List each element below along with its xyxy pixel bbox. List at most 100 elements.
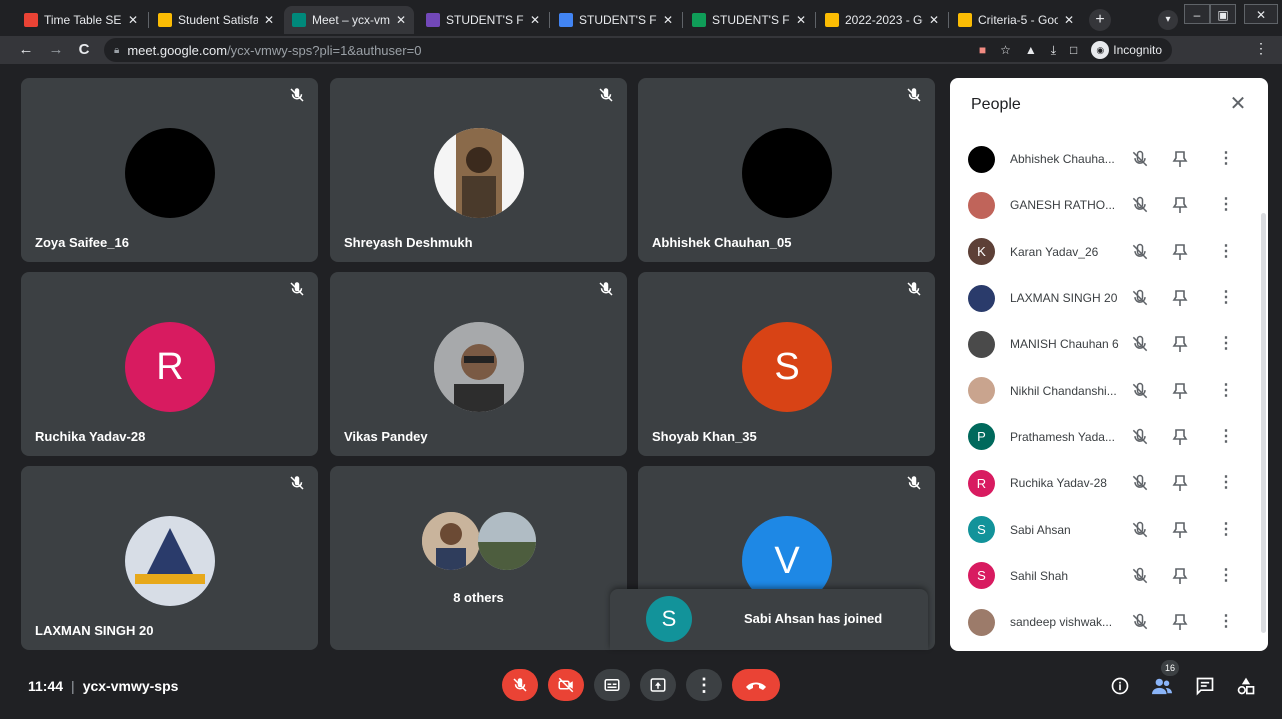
camera-toggle-button[interactable]	[548, 669, 584, 701]
maximize-button[interactable]: ▣	[1210, 4, 1236, 24]
participant-row[interactable]: GANESH RATHO... ⋮	[950, 182, 1268, 228]
pin-icon[interactable]	[1172, 428, 1188, 446]
participant-row[interactable]: K Karan Yadav_26 ⋮	[950, 229, 1268, 275]
browser-tab-active[interactable]: Meet – ycx-vmw ✕	[284, 6, 414, 34]
participant-tile[interactable]: LAXMAN SINGH 20	[21, 466, 318, 650]
more-vert-icon[interactable]: ⋮	[1218, 474, 1234, 492]
leave-call-button[interactable]	[732, 669, 780, 701]
new-tab-button[interactable]: +	[1089, 9, 1111, 31]
participant-row[interactable]: S Sabi Ahsan ⋮	[950, 506, 1268, 552]
more-vert-icon[interactable]: ⋮	[1218, 521, 1234, 539]
participant-tile[interactable]: R Ruchika Yadav-28	[21, 272, 318, 456]
mic-off-icon[interactable]	[1130, 381, 1150, 401]
captions-button[interactable]	[594, 669, 630, 701]
participant-tile[interactable]: Shreyash Deshmukh	[330, 78, 627, 262]
camera-blocked-icon[interactable]: ■	[979, 43, 986, 57]
present-screen-button[interactable]	[640, 669, 676, 701]
browser-tab[interactable]: Criteria-5 - Goo ✕	[950, 6, 1082, 34]
browser-tab[interactable]: STUDENT'S FEEI ✕	[684, 6, 814, 34]
pin-icon[interactable]	[1172, 150, 1188, 168]
participant-avatar: R	[125, 322, 215, 412]
mic-off-icon[interactable]	[1130, 427, 1150, 447]
forward-arrow-icon[interactable]: →	[46, 40, 66, 60]
meeting-details-button[interactable]	[1108, 674, 1132, 698]
panel-scrollbar[interactable]	[1261, 213, 1266, 633]
more-vert-icon[interactable]: ⋮	[1218, 428, 1234, 446]
close-icon[interactable]: ✕	[128, 13, 138, 27]
participant-row[interactable]: Abhishek Chauha... ⋮	[950, 136, 1268, 182]
more-vert-icon[interactable]: ⋮	[1218, 567, 1234, 585]
mic-off-icon[interactable]	[1130, 612, 1150, 632]
mic-toggle-button[interactable]	[502, 669, 538, 701]
incognito-indicator[interactable]: ◉ Incognito	[1091, 41, 1162, 59]
people-button[interactable]	[1150, 674, 1174, 698]
mic-off-icon[interactable]	[1130, 566, 1150, 586]
lock-icon[interactable]: 🔒︎	[114, 45, 119, 56]
window-close-button[interactable]: ✕	[1244, 4, 1278, 24]
mic-off-icon[interactable]	[1130, 195, 1150, 215]
participant-tile[interactable]: S Shoyab Khan_35	[638, 272, 935, 456]
mic-off-icon[interactable]	[1130, 149, 1150, 169]
chat-button[interactable]	[1193, 674, 1217, 698]
activities-button[interactable]	[1234, 674, 1258, 698]
participant-row[interactable]: LAXMAN SINGH 20 ⋮	[950, 275, 1268, 321]
participant-row[interactable]: Nikhil Chandanshi... ⋮	[950, 367, 1268, 413]
pin-icon[interactable]	[1172, 613, 1188, 631]
more-vert-icon[interactable]: ⋮	[1218, 196, 1234, 214]
participant-row[interactable]: P Prathamesh Yada... ⋮	[950, 414, 1268, 460]
back-arrow-icon[interactable]: ←	[16, 40, 36, 60]
more-vert-icon[interactable]: ⋮	[1218, 289, 1234, 307]
mic-off-icon[interactable]	[1130, 288, 1150, 308]
pin-icon[interactable]	[1172, 335, 1188, 353]
browser-menu-icon[interactable]: ⋮	[1254, 40, 1268, 57]
close-icon[interactable]: ✕	[1226, 92, 1250, 116]
pin-icon[interactable]	[1172, 243, 1188, 261]
participant-tile[interactable]: Vikas Pandey	[330, 272, 627, 456]
participant-tile[interactable]: Zoya Saifee_16	[21, 78, 318, 262]
download-icon[interactable]: ⤓	[1051, 43, 1056, 58]
more-vert-icon[interactable]: ⋮	[1218, 382, 1234, 400]
browser-tab[interactable]: Time Table SEM ✕	[16, 6, 146, 34]
pin-icon[interactable]	[1172, 567, 1188, 585]
side-panel-icon[interactable]: □	[1070, 43, 1077, 57]
pin-icon[interactable]	[1172, 521, 1188, 539]
more-options-button[interactable]: ⋮	[686, 669, 722, 701]
pin-icon[interactable]	[1172, 382, 1188, 400]
mic-off-icon[interactable]	[1130, 334, 1150, 354]
participant-row[interactable]: R Ruchika Yadav-28 ⋮	[950, 460, 1268, 506]
minimize-button[interactable]: –	[1184, 4, 1210, 24]
extension-icon[interactable]: ▲	[1025, 43, 1037, 57]
pin-icon[interactable]	[1172, 196, 1188, 214]
more-vert-icon[interactable]: ⋮	[1218, 243, 1234, 261]
more-vert-icon[interactable]: ⋮	[1218, 613, 1234, 631]
more-vert-icon[interactable]: ⋮	[1218, 150, 1234, 168]
participant-avatar	[742, 128, 832, 218]
mic-off-icon[interactable]	[1130, 473, 1150, 493]
address-bar[interactable]: 🔒︎ meet.google.com/ycx-vmwy-sps?pli=1&au…	[104, 38, 1172, 62]
browser-tab[interactable]: Student Satisfact ✕	[150, 6, 282, 34]
close-icon[interactable]: ✕	[396, 13, 406, 27]
participant-row[interactable]: MANISH Chauhan 6 ⋮	[950, 321, 1268, 367]
close-icon[interactable]: ✕	[929, 13, 939, 27]
url-path: /ycx-vmwy-sps?pli=1&authuser=0	[227, 42, 422, 58]
mic-off-icon[interactable]	[1130, 242, 1150, 262]
pin-icon[interactable]	[1172, 289, 1188, 307]
tab-search-chevron-icon[interactable]: ▾	[1158, 10, 1178, 30]
reload-icon[interactable]: C	[74, 40, 94, 60]
close-icon[interactable]: ✕	[1064, 13, 1074, 27]
participant-row[interactable]: S Sahil Shah ⋮	[950, 553, 1268, 599]
close-icon[interactable]: ✕	[530, 13, 540, 27]
browser-tab[interactable]: STUDENT'S FEEI ✕	[418, 6, 548, 34]
pin-icon[interactable]	[1172, 474, 1188, 492]
star-icon[interactable]: ☆	[1000, 43, 1011, 57]
others-tile[interactable]: 8 others	[330, 466, 627, 650]
close-icon[interactable]: ✕	[663, 13, 673, 27]
participant-row[interactable]: sandeep vishwak... ⋮	[950, 599, 1268, 645]
browser-tab[interactable]: 2022-2023 - Go ✕	[817, 6, 947, 34]
browser-tab[interactable]: STUDENT'S FEEI ✕	[551, 6, 681, 34]
more-vert-icon[interactable]: ⋮	[1218, 335, 1234, 353]
close-icon[interactable]: ✕	[264, 13, 274, 27]
close-icon[interactable]: ✕	[796, 13, 806, 27]
mic-off-icon[interactable]	[1130, 520, 1150, 540]
participant-tile[interactable]: Abhishek Chauhan_05	[638, 78, 935, 262]
